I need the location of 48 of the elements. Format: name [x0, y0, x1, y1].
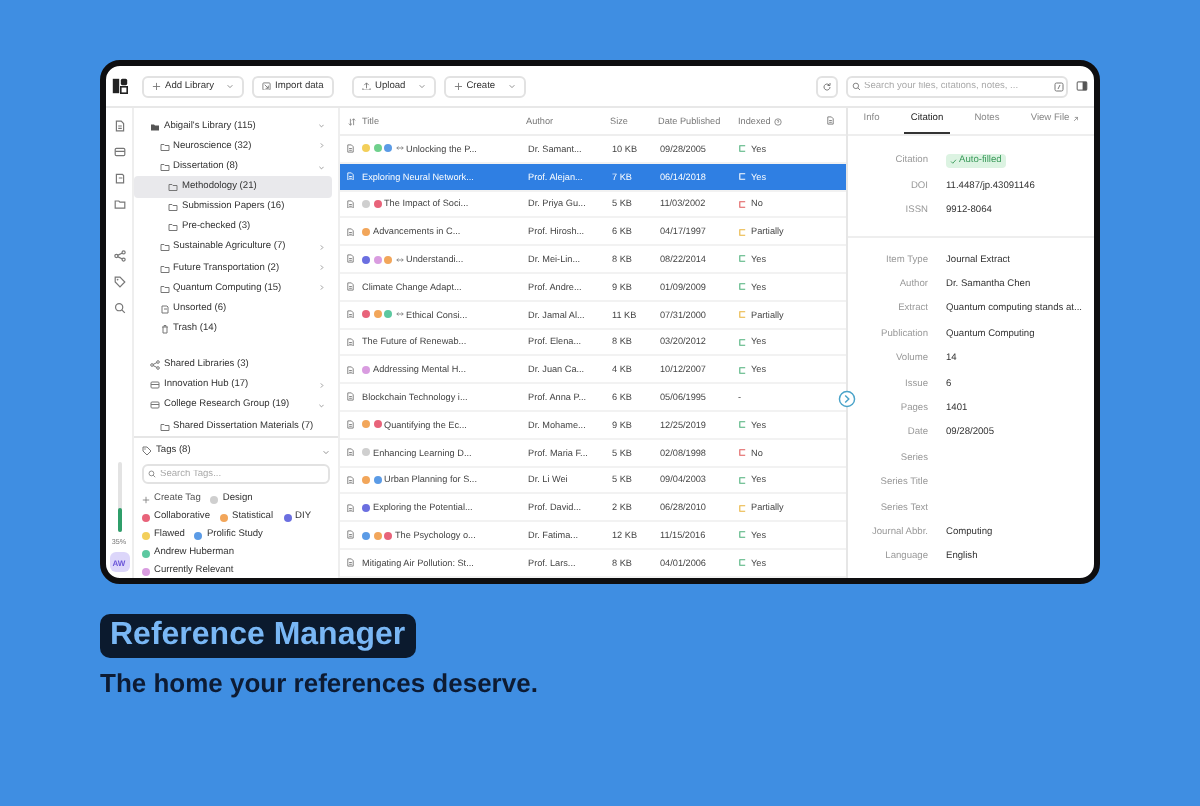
document-icon — [346, 530, 356, 540]
help-icon — [774, 117, 783, 125]
document-icon — [346, 254, 356, 264]
box-icon — [150, 380, 160, 391]
document-icon — [159, 303, 169, 314]
folder-icon — [159, 421, 169, 432]
box-icon — [150, 400, 160, 411]
refresh-icon — [822, 81, 832, 91]
tag-icon — [142, 446, 152, 457]
document-icon — [346, 392, 356, 402]
document-icon — [346, 475, 356, 485]
document-icon — [346, 171, 356, 181]
share-icon — [150, 360, 160, 371]
document-icon — [346, 227, 356, 237]
sort-icon[interactable] — [347, 117, 355, 125]
folder-icon[interactable] — [113, 198, 125, 210]
page-icon[interactable] — [113, 172, 125, 184]
panel-toggle-icon[interactable] — [1076, 80, 1088, 92]
document-icon — [346, 447, 356, 457]
document-icon — [346, 144, 356, 154]
plus-icon — [453, 81, 463, 91]
expand-handle-icon[interactable] — [838, 390, 856, 408]
document-icon — [346, 309, 356, 319]
search-icon[interactable] — [113, 302, 125, 314]
document-icon — [346, 337, 356, 347]
check-icon — [950, 158, 957, 166]
plus-icon — [142, 495, 150, 504]
document-icon[interactable] — [113, 120, 125, 132]
slash-icon — [1053, 81, 1063, 91]
logo-icon[interactable] — [112, 78, 128, 94]
refresh-button[interactable] — [816, 75, 838, 97]
search-icon — [851, 81, 860, 90]
document-icon — [346, 503, 356, 512]
file-icon — [825, 116, 835, 126]
document-icon — [346, 420, 356, 430]
upload-icon — [362, 81, 371, 91]
headline: Reference Manager — [100, 614, 416, 658]
share-icon[interactable] — [113, 250, 125, 262]
search-icon — [147, 470, 155, 479]
document-icon — [346, 199, 356, 209]
tag-icon[interactable] — [113, 276, 125, 288]
trash-icon — [159, 323, 169, 334]
document-icon — [346, 558, 356, 568]
document-icon — [346, 365, 356, 375]
document-icon — [346, 282, 356, 292]
import-icon — [262, 81, 272, 91]
tagline: The home your references deserve. — [100, 668, 540, 698]
plus-icon — [152, 81, 161, 91]
